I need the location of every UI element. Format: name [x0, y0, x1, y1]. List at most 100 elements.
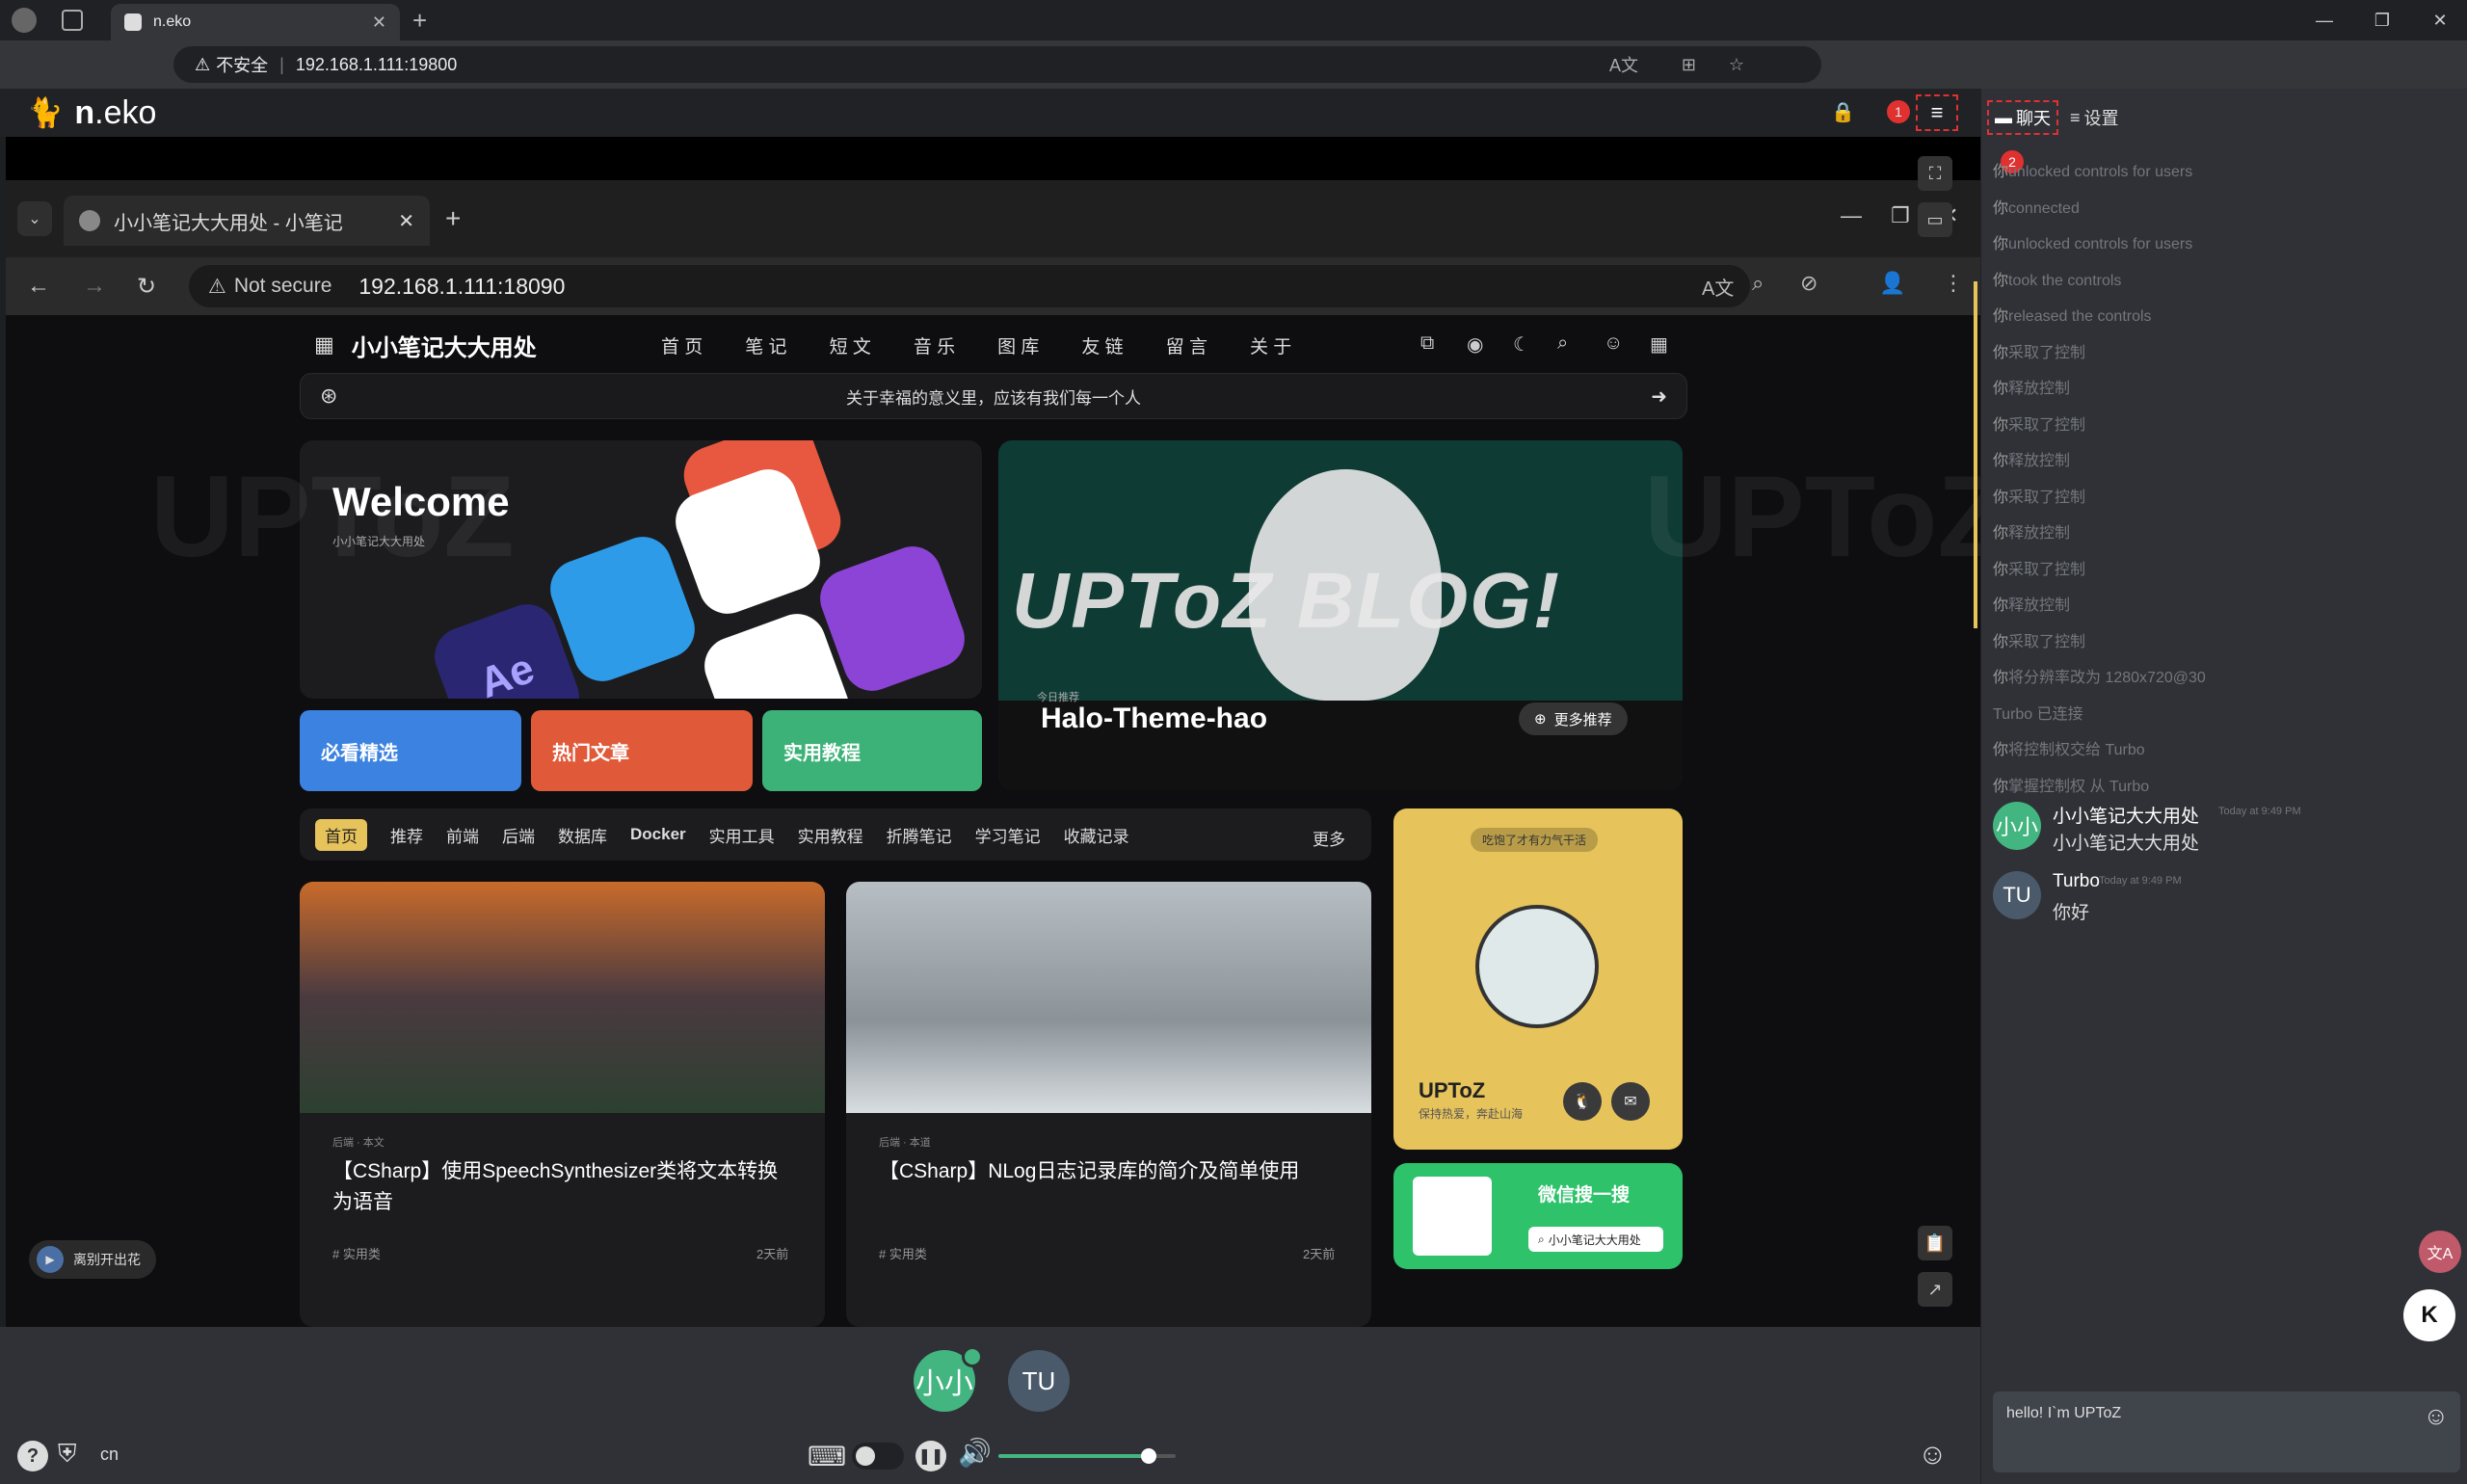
shield-icon[interactable]: ⛨: [58, 1439, 77, 1470]
minimize-icon[interactable]: —: [2297, 0, 2351, 40]
inner-tab[interactable]: 小小笔记大大用处 - 小笔记 ✕: [64, 196, 430, 246]
close-tab-icon[interactable]: ✕: [372, 13, 386, 33]
inner-minimize-icon[interactable]: —: [1841, 203, 1862, 228]
new-tab-icon[interactable]: +: [412, 6, 427, 36]
nav-item[interactable]: 短 文: [830, 332, 871, 358]
nav-item[interactable]: 留 言: [1166, 332, 1207, 358]
profile-icon[interactable]: 👤: [1879, 271, 1905, 296]
close-inner-tab-icon[interactable]: ✕: [398, 209, 414, 233]
zoom-icon[interactable]: ⌕: [1752, 271, 1764, 296]
tab-settings[interactable]: ≡ 设置: [2070, 100, 2119, 135]
category-item[interactable]: 实用教程: [798, 823, 863, 847]
chat-emoji-icon[interactable]: ☺: [2423, 1401, 2449, 1431]
system-message: 你unlocked controls for users: [1993, 158, 2192, 181]
quick-must-read[interactable]: 必看精选: [300, 710, 521, 791]
system-message: 你释放控制: [1993, 519, 2070, 543]
close-window-icon[interactable]: ✕: [2413, 0, 2467, 40]
site-brand[interactable]: 小小笔记大大用处: [352, 329, 537, 362]
workspaces-icon[interactable]: [62, 10, 83, 31]
more-recommend-button[interactable]: ⊕ 更多推荐: [1519, 702, 1628, 735]
profile-card[interactable]: 吃饱了才有力气干活 UPToZ 保持热爱，奔赴山海 🐧 ✉: [1393, 808, 1683, 1150]
post-card[interactable]: 后端 · 本文 【CSharp】使用SpeechSynthesizer类将文本转…: [300, 882, 825, 1327]
open-external-icon[interactable]: ↗: [1918, 1272, 1952, 1307]
nav-item[interactable]: 友 链: [1081, 332, 1123, 358]
hero-card[interactable]: UPToZ BLOG! 今日推荐 Halo-Theme-hao ⊕更多推荐: [998, 440, 1683, 789]
welcome-card[interactable]: Welcome 小小笔记大大用处 Ae: [300, 440, 982, 699]
lock-icon[interactable]: 🔒: [1831, 100, 1855, 124]
wechat-card[interactable]: 微信搜一搜 ⌕ 小小笔记大大用处: [1393, 1163, 1683, 1269]
quick-tutorial[interactable]: 实用教程: [762, 710, 982, 791]
message-avatar[interactable]: 小小: [1993, 802, 2041, 850]
inner-menu-icon[interactable]: ⋮: [1943, 271, 1964, 296]
chat-input[interactable]: hello! I`m UPToZ ☺: [1993, 1391, 2460, 1472]
menu-toggle-icon[interactable]: ≡: [1916, 94, 1958, 131]
music-player-button[interactable]: ▶ 离别开出花: [29, 1240, 156, 1279]
keyboard-icon[interactable]: ⌨: [808, 1441, 846, 1472]
message-avatar[interactable]: TU: [1993, 871, 2041, 919]
nav-item[interactable]: 音 乐: [914, 332, 955, 358]
category-item[interactable]: 折腾笔记: [887, 823, 952, 847]
announcement-bar[interactable]: ⊛ 关于幸福的意义里，应该有我们每一个人 ➜: [300, 373, 1687, 419]
control-toggle[interactable]: [852, 1443, 904, 1470]
mail-icon[interactable]: ✉: [1611, 1082, 1650, 1121]
inner-address-bar[interactable]: ⚠ Not secure 192.168.1.111:18090: [189, 265, 1750, 307]
site-search-icon[interactable]: ⌕: [1557, 332, 1568, 355]
restore-icon[interactable]: ❐: [2355, 0, 2409, 40]
site-menu-icon[interactable]: ▦: [314, 332, 334, 358]
category-more[interactable]: 更多: [1313, 826, 1345, 850]
nav-item[interactable]: 关 于: [1250, 332, 1291, 358]
side-tabs: ▬ 聊天 2 ≡ 设置: [1981, 89, 2467, 173]
tab-chat[interactable]: ▬ 聊天: [1987, 100, 2058, 135]
language-select[interactable]: cn: [100, 1444, 119, 1465]
star-icon[interactable]: ☆: [1729, 55, 1744, 75]
category-item[interactable]: 推荐: [390, 823, 423, 847]
outer-address-bar[interactable]: ⚠ 不安全 | 192.168.1.111:19800 A文 ⊞ ☆: [173, 46, 1821, 83]
fullscreen-icon[interactable]: ⛶: [1918, 156, 1952, 191]
random-icon[interactable]: ⧉: [1420, 332, 1434, 355]
category-item[interactable]: 学习笔记: [975, 823, 1041, 847]
eye-off-icon[interactable]: ⊘: [1800, 271, 1817, 296]
tab-list-icon[interactable]: ⌄: [17, 201, 52, 236]
nav-item[interactable]: 图 库: [997, 332, 1039, 358]
system-message: 你took the controls: [1993, 267, 2121, 290]
post-card[interactable]: 后端 · 本道 【CSharp】NLog日志记录库的简介及简单使用 # 实用类 …: [846, 882, 1371, 1327]
volume-slider[interactable]: [998, 1448, 1176, 1464]
screen-icon[interactable]: ▭: [1918, 202, 1952, 237]
inner-reload-icon[interactable]: ↻: [137, 273, 156, 301]
notification-badge[interactable]: 1: [1887, 100, 1910, 123]
profile-avatar-icon[interactable]: [12, 8, 37, 33]
category-item[interactable]: 收藏记录: [1064, 823, 1129, 847]
inner-back-icon[interactable]: ←: [27, 273, 50, 300]
inner-maximize-icon[interactable]: ❐: [1891, 203, 1910, 228]
nav-item[interactable]: 笔 记: [745, 332, 786, 358]
category-item[interactable]: 实用工具: [709, 823, 775, 847]
category-item[interactable]: Docker: [630, 825, 686, 844]
app-available-icon[interactable]: ⊞: [1682, 55, 1696, 75]
user-icon[interactable]: ☺: [1604, 332, 1623, 355]
nav-item[interactable]: 首 页: [661, 332, 703, 358]
qq-icon[interactable]: 🐧: [1563, 1082, 1602, 1121]
volume-icon[interactable]: 🔊: [958, 1437, 992, 1469]
category-item[interactable]: 首页: [315, 818, 367, 851]
remote-screen[interactable]: ⌄ 小小笔记大大用处 - 小笔记 ✕ + — ❐ ✕ ← → ↻ ⚠ Not s…: [6, 180, 1980, 1327]
help-icon[interactable]: ?: [17, 1441, 48, 1471]
emoji-icon[interactable]: ☺: [1918, 1439, 1948, 1471]
quick-hot[interactable]: 热门文章: [531, 710, 753, 791]
inner-new-tab-icon[interactable]: +: [445, 203, 461, 234]
inner-translate-icon[interactable]: A文: [1702, 273, 1734, 301]
translate-icon[interactable]: A文: [1609, 52, 1638, 77]
category-item[interactable]: 数据库: [558, 823, 607, 847]
outer-tab[interactable]: n.eko ✕: [111, 4, 400, 40]
translate-float-icon[interactable]: 文A: [2419, 1231, 2461, 1273]
grid-icon[interactable]: ▦: [1650, 332, 1668, 357]
category-item[interactable]: 后端: [502, 823, 535, 847]
member-avatar[interactable]: TU: [1008, 1350, 1070, 1412]
pause-icon[interactable]: ❚❚: [915, 1441, 946, 1471]
scrollbar[interactable]: [1974, 281, 1977, 628]
clipboard-icon[interactable]: 📋: [1918, 1226, 1952, 1260]
podcast-icon[interactable]: ◉: [1467, 332, 1483, 357]
category-item[interactable]: 前端: [446, 823, 479, 847]
dark-mode-icon[interactable]: ☾: [1513, 332, 1530, 357]
inner-forward-icon[interactable]: →: [83, 273, 106, 300]
assistant-float-icon[interactable]: K: [2403, 1289, 2455, 1341]
